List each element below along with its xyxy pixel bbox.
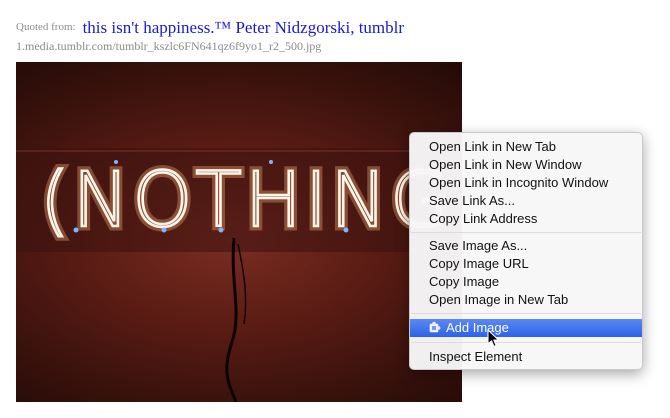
menu-open-image-new-tab[interactable]: Open Image in New Tab [410,291,642,309]
menu-separator [411,342,641,343]
menu-inspect-element[interactable]: Inspect Element [410,348,642,366]
image-url-text: 1.media.tumblr.com/tumblr_kszlc6FN641qz6… [16,39,322,53]
menu-copy-image-url[interactable]: Copy Image URL [410,255,642,273]
page: Quoted from: this isn't happiness.™ Pete… [0,0,670,418]
menu-separator [411,232,641,233]
menu-open-link-incognito[interactable]: Open Link in Incognito Window [410,174,642,192]
menu-copy-link-address[interactable]: Copy Link Address [410,210,642,228]
menu-separator [411,313,641,314]
quote-source-link[interactable]: this isn't happiness.™ Peter Nidzgorski,… [83,18,404,37]
quote-prefix: Quoted from: [16,21,76,33]
menu-copy-image[interactable]: Copy Image [410,273,642,291]
menu-add-image[interactable]: Add Image [410,319,642,337]
puzzle-icon [429,320,441,333]
menu-save-image-as[interactable]: Save Image As... [410,237,642,255]
mouse-pointer-icon [487,329,501,354]
citation-line: Quoted from: this isn't happiness.™ Pete… [16,18,404,38]
context-menu: Open Link in New Tab Open Link in New Wi… [409,132,643,370]
neon-sign-image[interactable]: (NOTHING (NOTHING [16,62,462,402]
menu-open-link-new-tab[interactable]: Open Link in New Tab [410,138,642,156]
menu-open-link-new-window[interactable]: Open Link in New Window [410,156,642,174]
neon-sign-graphic: (NOTHING (NOTHING [16,148,462,402]
neon-text: (NOTHING [40,155,452,244]
menu-save-link-as[interactable]: Save Link As... [410,192,642,210]
